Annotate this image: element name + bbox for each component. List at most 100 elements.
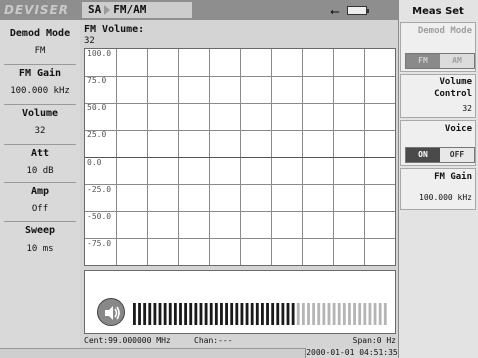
volume-segment-inactive	[368, 303, 372, 325]
att-label: Att	[30, 148, 50, 159]
divider	[4, 221, 76, 222]
volume-segment-inactive	[337, 303, 341, 325]
volume-segment-active	[271, 303, 275, 325]
volume-segment-active	[214, 303, 218, 325]
volume-segment-active	[133, 303, 136, 325]
usb-icon: ⭠	[330, 4, 340, 18]
volume-segment-active	[199, 303, 203, 325]
sweep-label: Sweep	[24, 225, 56, 236]
y-tick-label: -50.0	[87, 212, 112, 221]
volume-segment-inactive	[378, 303, 382, 325]
speaker-icon[interactable]	[97, 298, 125, 326]
plot-title: FM Volume:	[84, 24, 145, 35]
volume-segment-inactive	[317, 303, 321, 325]
sweep-value[interactable]: 10 ms	[0, 244, 80, 254]
volume-segment-inactive	[358, 303, 362, 325]
center-frequency: Cent:99.000000 MHz	[84, 336, 171, 345]
volume-segment-inactive	[296, 303, 300, 325]
plot-volume-readout: 32	[84, 36, 95, 46]
volume-segment-inactive	[327, 303, 331, 325]
demod-mode-value[interactable]: FM	[0, 46, 80, 56]
measurement-status: Cent:99.000000 MHz Chan:--- Span:0 Hz	[84, 336, 396, 348]
volume-segment-inactive	[307, 303, 310, 325]
volume-level-bar[interactable]	[133, 303, 389, 325]
channel: Chan:---	[194, 336, 233, 345]
span: Span:0 Hz	[352, 336, 396, 345]
volume-segment-inactive	[348, 303, 351, 325]
volume-segment-active	[158, 303, 162, 325]
volume-segment-inactive	[342, 303, 346, 325]
volume-segment-inactive	[322, 303, 326, 325]
voice-toggle[interactable]: ON OFF	[405, 147, 475, 163]
amp-label: Amp	[30, 186, 50, 197]
volume-segment-active	[250, 303, 254, 325]
volume-segment-active	[189, 303, 193, 325]
volume-segment-active	[240, 303, 244, 325]
volume-segment-active	[173, 303, 177, 325]
volume-segment-active	[255, 303, 259, 325]
volume-segment-active	[281, 303, 285, 325]
volume-control-label-1: Volume	[439, 77, 472, 87]
y-tick-label: 25.0	[87, 130, 107, 139]
volume-segment-active	[179, 303, 182, 325]
volume-segment-active	[245, 303, 249, 325]
y-tick-label: 100.0	[87, 49, 112, 58]
volume-segment-active	[184, 303, 188, 325]
volume-segment-active	[286, 303, 290, 325]
softkey-voice[interactable]: Voice ON OFF	[400, 120, 476, 166]
amp-value[interactable]: Off	[0, 204, 80, 214]
graph-grid	[85, 49, 395, 265]
softkey-demod-mode[interactable]: Demod Mode FM AM	[400, 22, 476, 72]
demod-fm-option[interactable]: FM	[406, 54, 440, 68]
volume-segment-active	[194, 303, 198, 325]
y-tick-label: 0.0	[87, 158, 102, 167]
divider	[4, 104, 76, 105]
voice-label: Voice	[444, 124, 472, 134]
divider	[4, 64, 76, 65]
volume-segment-active	[266, 303, 269, 325]
volume-segment-active	[138, 303, 141, 325]
fm-gain-label: FM Gain	[18, 68, 62, 79]
softkey-fm-gain[interactable]: FM Gain 100.000 kHz	[400, 168, 476, 210]
volume-segment-active	[168, 303, 172, 325]
volume-segment-inactive	[383, 303, 387, 325]
volume-segment-inactive	[363, 303, 367, 325]
voice-off-option[interactable]: OFF	[440, 148, 474, 162]
volume-control-value: 32	[462, 104, 472, 113]
volume-segment-active	[153, 303, 157, 325]
softkey-volume-control[interactable]: Volume Control 32	[400, 74, 476, 118]
fm-volume-graph[interactable]: 100.0 75.0 50.0 25.0 0.0 -25.0 -50.0 -75…	[84, 48, 396, 266]
demod-mode-label: Demod Mode	[9, 28, 71, 39]
volume-segment-inactive	[301, 303, 305, 325]
mode-sa-label: SA	[88, 3, 102, 16]
volume-value[interactable]: 32	[0, 126, 80, 136]
volume-label: Volume	[21, 108, 59, 119]
menu-title: Meas Set	[412, 6, 464, 17]
volume-segment-active	[143, 303, 147, 325]
arrow-right-icon	[104, 5, 111, 15]
divider	[4, 144, 76, 145]
mode-fmam-label: FM/AM	[113, 3, 147, 16]
volume-segment-active	[235, 303, 239, 325]
att-value[interactable]: 10 dB	[0, 166, 80, 176]
datetime: 2000-01-01 04:51:35	[305, 348, 398, 358]
demod-am-option[interactable]: AM	[440, 54, 474, 68]
volume-segment-active	[163, 303, 167, 325]
y-tick-label: 75.0	[87, 76, 107, 85]
fm-gain-softkey-label: FM Gain	[434, 172, 472, 182]
volume-meter-panel	[84, 270, 396, 334]
softkey-demod-mode-label: Demod Mode	[417, 26, 472, 36]
voice-on-option[interactable]: ON	[406, 148, 440, 162]
demod-mode-toggle[interactable]: FM AM	[405, 53, 475, 69]
battery-icon	[347, 6, 369, 15]
fm-gain-value[interactable]: 100.000 kHz	[0, 86, 80, 96]
y-tick-label: -75.0	[87, 239, 112, 248]
volume-segment-active	[230, 303, 234, 325]
mode-breadcrumb[interactable]: SA FM/AM	[82, 2, 192, 18]
volume-segment-active	[148, 303, 152, 325]
volume-segment-inactive	[312, 303, 316, 325]
y-tick-label: -25.0	[87, 185, 112, 194]
volume-control-label-2: Control	[434, 89, 472, 99]
volume-segment-inactive	[373, 303, 377, 325]
volume-segment-active	[209, 303, 213, 325]
